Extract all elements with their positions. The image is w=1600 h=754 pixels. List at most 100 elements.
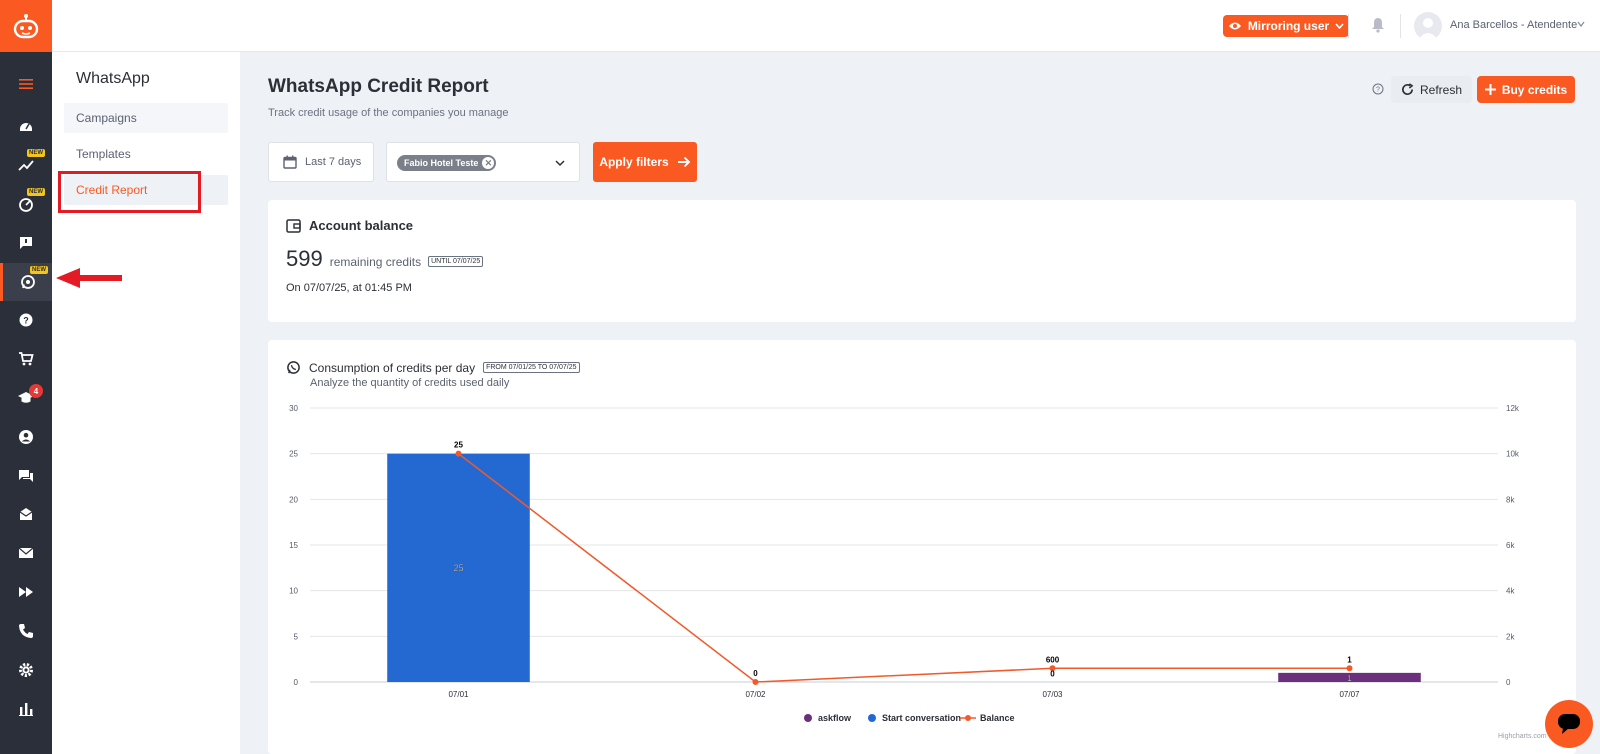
chat-icon: [19, 470, 33, 482]
company-chip-label: Fabio Hotel Teste: [404, 158, 479, 168]
y-left-tick-label: 20: [289, 495, 298, 504]
until-date-tag: UNTIL 07/07/25: [428, 256, 484, 267]
y-right-tick-label: 4k: [1506, 587, 1515, 596]
apply-filters-button[interactable]: Apply filters: [593, 142, 697, 182]
nav-forward[interactable]: [0, 573, 52, 611]
balance-line: [458, 453, 1350, 683]
nav-speed[interactable]: NEW: [0, 185, 52, 223]
support-chat-button[interactable]: [1545, 700, 1593, 748]
y-right-tick-label: 2k: [1506, 632, 1515, 641]
menu-toggle[interactable]: [0, 65, 52, 103]
nav-trends[interactable]: NEW: [0, 146, 52, 184]
help-icon: ?: [19, 313, 33, 327]
nav-reports[interactable]: [0, 690, 52, 728]
app-logo[interactable]: [0, 0, 52, 52]
date-range-picker[interactable]: Last 7 days: [268, 142, 374, 182]
legend-label: askflow: [818, 713, 852, 723]
user-silhouette-icon: [1418, 18, 1438, 40]
balance-timestamp: On 07/07/25, at 01:45 PM: [286, 282, 412, 294]
eye-icon: [1228, 22, 1241, 30]
x-tick-label: 07/03: [1042, 690, 1063, 699]
credits-per-day-chart: 0 05 2k10 4k15 6k20 8k25 10k30 12k07/01 07/02 07/…: [289, 404, 1520, 723]
y-left-tick-label: 5: [294, 632, 299, 641]
trend-icon: [18, 160, 34, 171]
y-left-tick-label: 15: [289, 541, 298, 550]
balance-point: [752, 679, 759, 685]
plus-icon: [1484, 84, 1496, 95]
nav-cart[interactable]: [0, 340, 52, 378]
nav-feedback[interactable]: [0, 224, 52, 262]
consumption-chart-card: Consumption of credits per day FROM 07/0…: [268, 340, 1576, 754]
help-circle-icon[interactable]: ?: [1372, 83, 1384, 95]
date-range-value: Last 7 days: [305, 156, 362, 168]
x-tick-label: 07/01: [448, 690, 469, 699]
y-left-tick-label: 0: [294, 678, 299, 687]
bar-data-label: 0: [1050, 669, 1055, 678]
y-left-tick-label: 25: [289, 450, 298, 459]
bar-chart-icon: [19, 703, 33, 716]
x-tick-label: 07/02: [745, 690, 766, 699]
calendar-icon: [283, 155, 297, 169]
y-left-tick-label: 10: [289, 587, 298, 596]
account-icon: [19, 430, 33, 444]
highcharts-credit: Highcharts.com: [1498, 733, 1547, 740]
whatsapp-icon: [20, 275, 35, 289]
bar-data-label: 1: [1347, 674, 1352, 683]
nav-chat[interactable]: [0, 457, 52, 495]
arrow-right-icon: [677, 156, 691, 168]
balance-point: [1346, 665, 1353, 672]
buy-credits-button[interactable]: Buy credits: [1477, 76, 1575, 103]
speed-icon: [19, 198, 33, 212]
nav-dashboard[interactable]: [0, 107, 52, 145]
company-chip: Fabio Hotel Teste ✕: [397, 155, 497, 171]
menu-icon: [19, 79, 33, 89]
bell-icon[interactable]: [1370, 17, 1386, 33]
inbox-icon: [19, 508, 33, 520]
feedback-icon: [20, 237, 32, 249]
y-left-tick-label: 30: [289, 404, 298, 413]
page-subtitle: Track credit usage of the companies you …: [268, 107, 509, 119]
nav-account[interactable]: [0, 418, 52, 456]
company-select[interactable]: Fabio Hotel Teste ✕: [386, 142, 580, 182]
nav-inbox[interactable]: [0, 495, 52, 533]
top-header: Mirroring user Ana Barcellos - Atendente: [52, 0, 1600, 52]
page-title: WhatsApp Credit Report: [268, 76, 489, 97]
chevron-down-icon[interactable]: [1576, 19, 1586, 29]
refresh-button[interactable]: Refresh: [1391, 76, 1472, 103]
chevron-down-icon[interactable]: [555, 158, 565, 168]
nav-whatsapp[interactable]: NEW: [0, 263, 52, 301]
y-right-tick-label: 8k: [1506, 495, 1515, 504]
account-balance-header: Account balance: [286, 218, 413, 233]
mirroring-user-button[interactable]: Mirroring user: [1223, 15, 1349, 37]
nav-help[interactable]: ?: [0, 301, 52, 339]
notification-count-badge: 4: [29, 384, 43, 398]
balance-line: 599 remaining credits UNTIL 07/07/25: [286, 246, 484, 272]
submenu-item-templates[interactable]: Templates: [64, 139, 228, 169]
avatar[interactable]: [1414, 12, 1442, 40]
mirroring-user-label: Mirroring user: [1247, 19, 1330, 33]
legend-symbol: [868, 714, 876, 722]
chat-bubble-icon: [1558, 714, 1580, 734]
settings-icon: [19, 663, 33, 677]
line-data-label: 1: [1347, 655, 1352, 664]
svg-text:?: ?: [1376, 87, 1380, 94]
nav-mail[interactable]: [0, 534, 52, 572]
nav-settings[interactable]: [0, 651, 52, 689]
chip-remove-icon[interactable]: ✕: [482, 157, 495, 169]
highlight-box-annotation: [58, 171, 201, 213]
remaining-credits-value: 599: [286, 246, 323, 271]
chevron-down-icon: [1335, 23, 1344, 29]
header-divider: [1400, 14, 1401, 38]
legend-symbol: [804, 714, 812, 722]
legend-symbol: [965, 715, 971, 721]
refresh-icon: [1402, 83, 1414, 95]
nav-academy[interactable]: 4: [0, 379, 52, 417]
nav-phone[interactable]: [0, 612, 52, 650]
phone-icon: [19, 624, 33, 638]
submenu-item-campaigns[interactable]: Campaigns: [64, 103, 228, 133]
y-right-tick-label: 0: [1506, 678, 1511, 687]
new-badge: NEW: [27, 188, 45, 196]
refresh-label: Refresh: [1419, 82, 1463, 97]
robot-logo-icon: [13, 14, 39, 39]
user-name[interactable]: Ana Barcellos - Atendente: [1450, 19, 1577, 31]
